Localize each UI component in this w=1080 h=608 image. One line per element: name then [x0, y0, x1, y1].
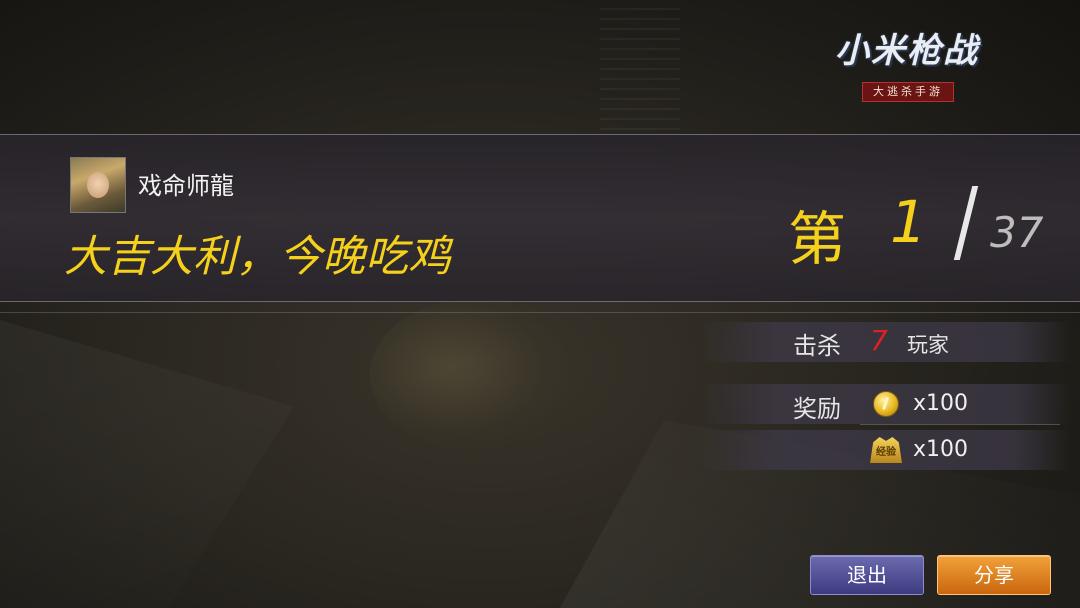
- share-button[interactable]: 分享: [937, 555, 1051, 595]
- rank-prefix: 第: [788, 205, 847, 273]
- experience-amount: x100: [913, 437, 969, 462]
- player-name: 戏命师龍: [138, 172, 234, 200]
- divider: [0, 312, 1080, 313]
- background-shape: [0, 320, 294, 608]
- logo-subtitle: 大逃杀手游: [862, 82, 954, 102]
- avatar-face: [87, 172, 109, 198]
- victory-slogan: 大吉大利，今晚吃鸡: [64, 232, 451, 282]
- rank-number: 1: [890, 188, 927, 256]
- reward-label: 奖励: [793, 395, 841, 423]
- player-avatar: [70, 157, 126, 213]
- game-logo: 小米枪战 大逃杀手游: [778, 20, 1036, 102]
- logo-title: 小米枪战: [835, 31, 979, 71]
- soldier-character-image: [370, 300, 570, 450]
- coin-amount: x100: [913, 391, 969, 416]
- total-players: 37: [990, 208, 1044, 257]
- kills-count: 7: [870, 324, 888, 357]
- kills-unit: 玩家: [907, 333, 949, 357]
- gold-coin-icon: [873, 391, 899, 417]
- exit-button[interactable]: 退出: [810, 555, 924, 595]
- divider: [860, 424, 1060, 425]
- background-texture: [600, 0, 680, 130]
- kills-label: 击杀: [793, 332, 841, 360]
